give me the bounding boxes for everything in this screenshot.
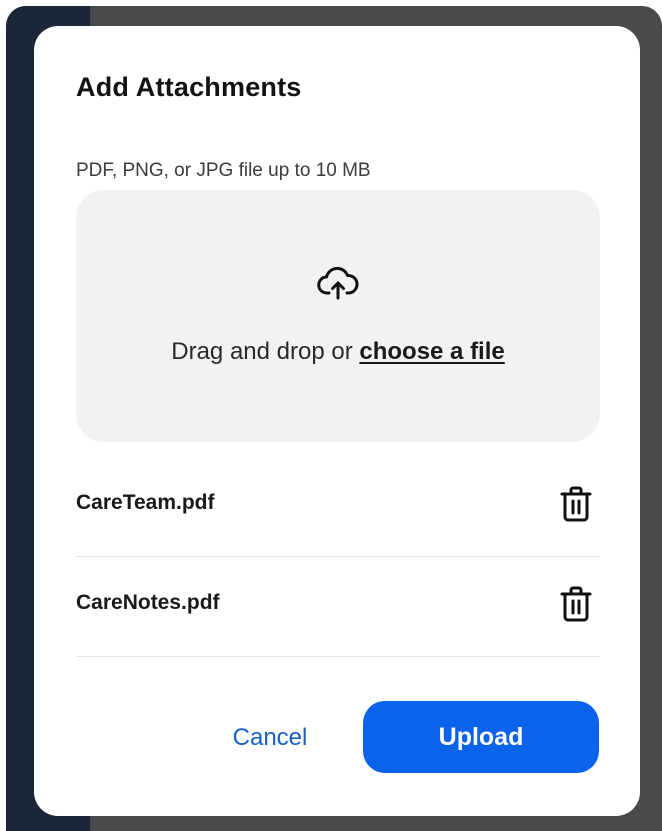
cancel-button[interactable]: Cancel	[210, 716, 330, 760]
file-row: CareNotes.pdf	[76, 557, 600, 657]
choose-file-link[interactable]: choose a file	[359, 338, 504, 365]
dialog-title: Add Attachments	[76, 72, 302, 102]
cloud-upload-icon	[317, 266, 359, 300]
file-dropzone[interactable]: Drag and drop or choose a file	[76, 190, 600, 442]
upload-button[interactable]: Upload	[363, 701, 599, 773]
file-row: CareTeam.pdf	[76, 457, 600, 557]
trash-icon[interactable]	[558, 485, 594, 523]
file-type-hint: PDF, PNG, or JPG file up to 10 MB	[76, 160, 371, 181]
add-attachments-dialog: Add Attachments PDF, PNG, or JPG file up…	[34, 26, 640, 816]
file-name: CareTeam.pdf	[76, 491, 215, 514]
file-name: CareNotes.pdf	[76, 591, 220, 614]
dropzone-prefix: Drag and drop or	[171, 338, 360, 365]
trash-icon[interactable]	[558, 585, 594, 623]
dropzone-instructions: Drag and drop or choose a file	[76, 338, 600, 366]
